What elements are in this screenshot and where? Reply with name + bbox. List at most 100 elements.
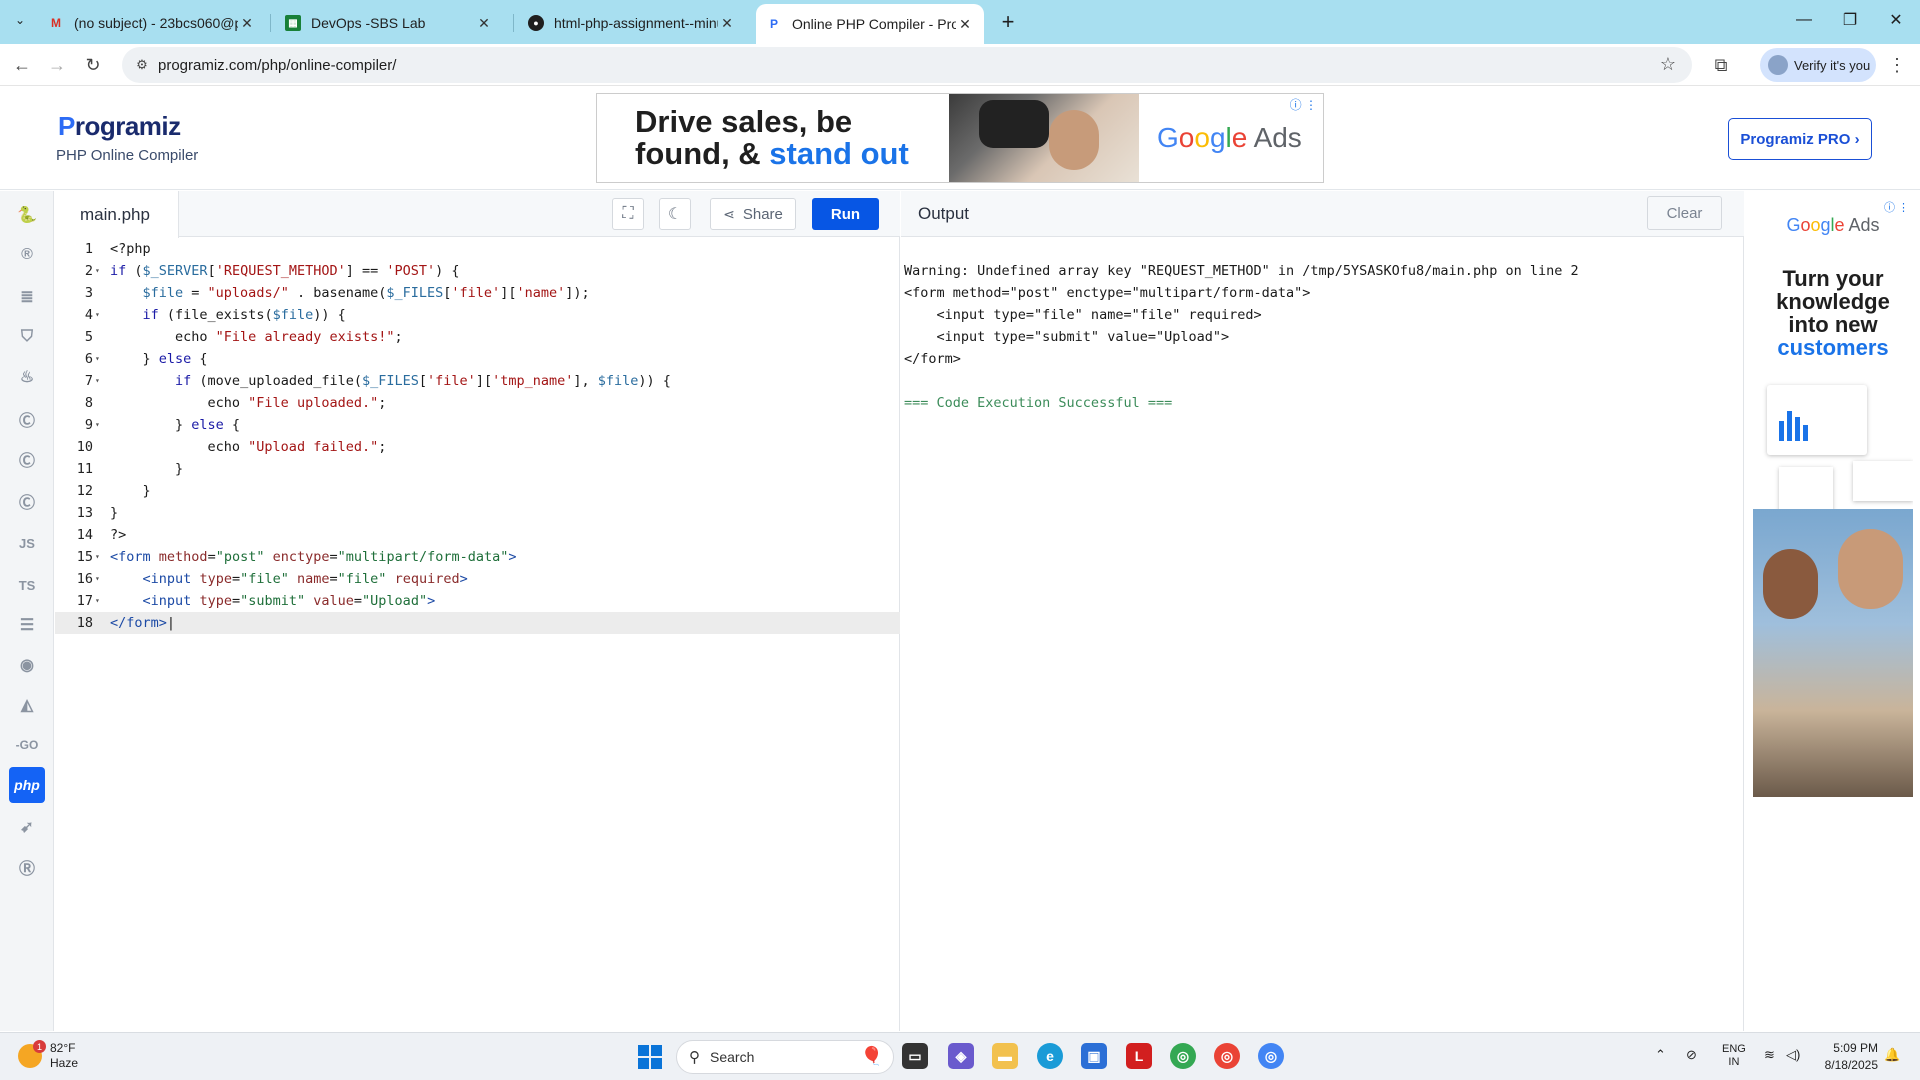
programiz-pro-button[interactable]: Programiz PRO › — [1728, 118, 1872, 160]
sheets-icon: ▦ — [285, 15, 301, 31]
code-line: 5 echo "File already exists!"; — [84, 329, 403, 345]
search-highlight-icon: 🎈 — [860, 1046, 883, 1066]
url-text[interactable]: programiz.com/php/online-compiler/ — [158, 57, 396, 74]
google-ads-logo: Google Ads — [1157, 122, 1302, 153]
back-icon[interactable]: ← — [9, 52, 35, 78]
tab-search-button[interactable]: ⌄ — [8, 8, 32, 32]
python-icon[interactable]: 🐍 — [9, 197, 45, 233]
ad-line2-highlight: stand out — [769, 136, 909, 171]
weather-widget[interactable]: 1 82°F Haze — [18, 1040, 78, 1071]
rust-icon[interactable]: ◭ — [9, 687, 45, 723]
sql-icon[interactable]: ≣ — [9, 279, 45, 315]
cpp-icon[interactable]: Ⓒ — [9, 441, 45, 477]
file-explorer-icon[interactable]: ▬ — [992, 1043, 1018, 1069]
html-icon[interactable]: ⛉ — [9, 319, 45, 355]
copilot-icon[interactable]: ◈ — [948, 1043, 974, 1069]
dark-mode-icon[interactable]: ☾ — [659, 198, 691, 230]
close-icon[interactable]: ✕ — [475, 15, 493, 32]
google-ads-logo: Google Ads — [1786, 215, 1880, 235]
language-indicator[interactable]: ENG IN — [1722, 1043, 1746, 1069]
network-off-icon[interactable]: ⊘ — [1686, 1047, 1697, 1063]
go-icon[interactable]: -GO — [9, 727, 45, 763]
temperature: 82°F — [50, 1041, 76, 1055]
r-lang-icon[interactable]: Ⓡ — [9, 849, 45, 885]
tab-github[interactable]: ● html-php-assignment--minuda ✕ — [518, 6, 746, 40]
programiz-icon: P — [769, 17, 778, 31]
ad-info-icon[interactable]: ⓘ ⋮ — [1884, 199, 1909, 215]
edge-icon[interactable]: e — [1037, 1043, 1063, 1069]
task-view-icon[interactable]: ▭ — [902, 1043, 928, 1069]
share-button[interactable]: ⋖ Share — [710, 198, 796, 230]
side-ad-line1: Turn your — [1782, 266, 1884, 291]
ad-chart-card — [1767, 385, 1867, 455]
taskbar-search[interactable]: ⚲ Search 🎈 — [676, 1040, 894, 1074]
chrome-active-icon[interactable]: ◎ — [1258, 1043, 1284, 1069]
reload-icon[interactable]: ↻ — [80, 52, 106, 78]
code-editor[interactable]: 1 <?php 2 ▾ if ($_SERVER['REQUEST_METHOD'] … — [55, 238, 900, 634]
minimize-icon[interactable]: — — [1784, 8, 1824, 32]
extensions-icon[interactable]: ⧉ — [1708, 52, 1734, 78]
search-icon: ⚲ — [689, 1049, 700, 1066]
swift-bird-icon[interactable]: ➹ — [9, 809, 45, 845]
tab-devops[interactable]: ▦ DevOps -SBS Lab ✕ — [275, 6, 503, 40]
top-ad-banner[interactable]: Drive sales, be found, & stand out Googl… — [596, 93, 1324, 183]
close-window-icon[interactable]: ✕ — [1876, 8, 1916, 32]
logo-text: Programiz — [58, 111, 181, 141]
php-icon[interactable]: php — [9, 767, 45, 803]
programiz-logo[interactable]: Programiz — [58, 111, 181, 142]
address-bar[interactable]: ⚙ programiz.com/php/online-compiler/ ☆ — [122, 47, 1692, 83]
fullscreen-icon[interactable]: ⛶ — [612, 198, 644, 230]
menu-kebab-icon[interactable]: ⋮ — [1884, 52, 1910, 78]
weather-badge: 1 — [33, 1040, 46, 1053]
java-icon[interactable]: ♨ — [9, 359, 45, 395]
c-icon[interactable]: Ⓒ — [9, 401, 45, 437]
tab-gmail[interactable]: M (no subject) - 23bcs060@psgrk ✕ — [38, 6, 266, 40]
start-button[interactable] — [638, 1045, 662, 1069]
ad-line2: found, & — [635, 136, 770, 171]
side-ad[interactable]: ⓘ ⋮ Google Ads Turn your knowledge into … — [1745, 191, 1920, 1031]
tab-programiz[interactable]: P Online PHP Compiler - Program ✕ — [756, 4, 984, 44]
chrome-profile-icon[interactable]: ◎ — [1214, 1043, 1240, 1069]
typescript-icon[interactable]: TS — [9, 567, 45, 603]
close-icon[interactable]: ✕ — [956, 16, 974, 33]
share-label: Share — [742, 205, 783, 223]
close-icon[interactable]: ✕ — [238, 15, 256, 32]
code-line: 6 ▾ } else { — [84, 351, 208, 367]
system-clock[interactable]: 5:09 PM 8/18/2025 — [1820, 1040, 1878, 1074]
wifi-icon[interactable]: ≋ — [1764, 1047, 1775, 1063]
tab-separator — [270, 14, 271, 32]
code-line: 4 ▾ if (file_exists($file)) { — [84, 307, 346, 323]
output-line: <form method="post" enctype="multipart/f… — [904, 285, 1311, 301]
swift-icon[interactable]: ◉ — [9, 647, 45, 683]
ad-photo — [1753, 509, 1913, 797]
code-line: 11 } — [76, 461, 184, 477]
tab-title: DevOps -SBS Lab — [311, 15, 426, 31]
tab-title: Online PHP Compiler - Program — [792, 16, 956, 32]
ad-info-icon[interactable]: ⓘ ⋮ — [1290, 96, 1317, 113]
restore-icon[interactable]: ❐ — [1830, 8, 1870, 32]
javascript-icon[interactable]: JS — [9, 525, 45, 561]
go-stack-icon[interactable]: ☰ — [9, 607, 45, 643]
profile-button[interactable]: Verify it's you — [1760, 48, 1876, 82]
csharp-icon[interactable]: Ⓒ — [9, 483, 45, 519]
close-icon[interactable]: ✕ — [718, 15, 736, 32]
region-code: IN — [1728, 1056, 1740, 1068]
volume-icon[interactable]: ◁) — [1786, 1047, 1800, 1063]
code-line: 8 echo "File uploaded."; — [84, 395, 387, 411]
forward-icon[interactable]: → — [44, 52, 70, 78]
tray-overflow-icon[interactable]: ⌃ — [1655, 1047, 1666, 1063]
notification-bell-icon[interactable]: 🔔 — [1884, 1047, 1900, 1063]
r-icon[interactable]: ® — [9, 237, 45, 273]
site-info-icon[interactable]: ⚙ — [132, 55, 152, 75]
ad-headline: Drive sales, be found, & stand out — [635, 106, 909, 170]
chrome-icon[interactable]: ◎ — [1170, 1043, 1196, 1069]
run-button[interactable]: Run — [812, 198, 879, 230]
store-icon[interactable]: ▣ — [1081, 1043, 1107, 1069]
side-ad-line3: into new — [1788, 312, 1878, 337]
new-tab-button[interactable]: + — [994, 8, 1022, 36]
app-l-icon[interactable]: L — [1126, 1043, 1152, 1069]
clear-button[interactable]: Clear — [1647, 196, 1722, 230]
bookmark-star-icon[interactable]: ☆ — [1660, 54, 1676, 75]
file-tab[interactable]: main.php — [55, 191, 179, 238]
